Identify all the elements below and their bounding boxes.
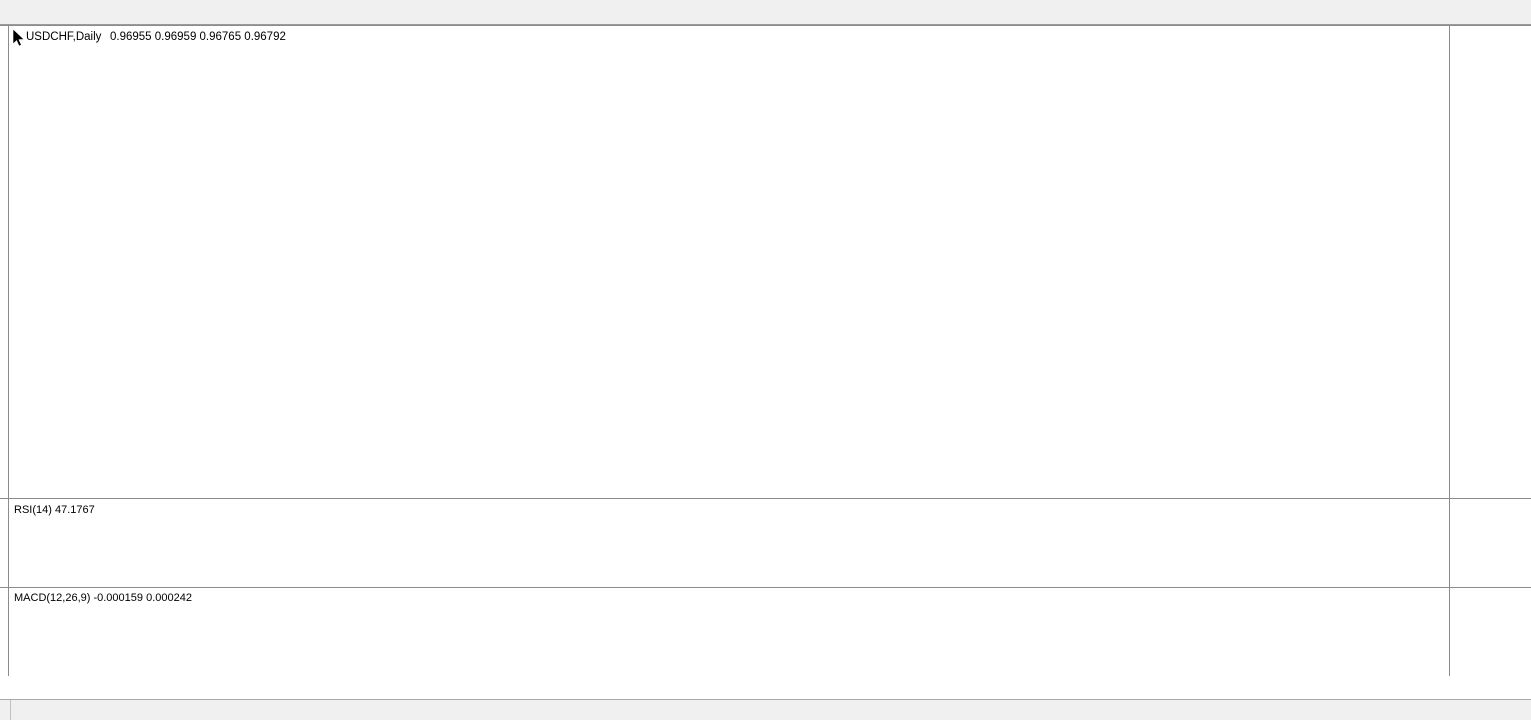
chart-canvas[interactable]: USDCHF,Daily 0.96955 0.96959 0.96765 0.9… [0,25,1531,676]
chart-title-symbol: USDCHF,Daily [26,31,102,43]
chart-background [0,25,1531,676]
mt4-chart-window: USDCHF,Daily 0.96955 0.96959 0.96765 0.9… [0,0,1531,720]
rsi-label: RSI(14) 47.1767 [14,504,95,516]
chart-title-ohlc: 0.96955 0.96959 0.96765 0.96792 [110,31,286,43]
timeframe-toolbar [0,0,1531,25]
tab-bar-lead [0,700,11,720]
macd-label: MACD(12,26,9) -0.000159 0.000242 [14,592,192,604]
chart-tab-bar [0,699,1531,720]
